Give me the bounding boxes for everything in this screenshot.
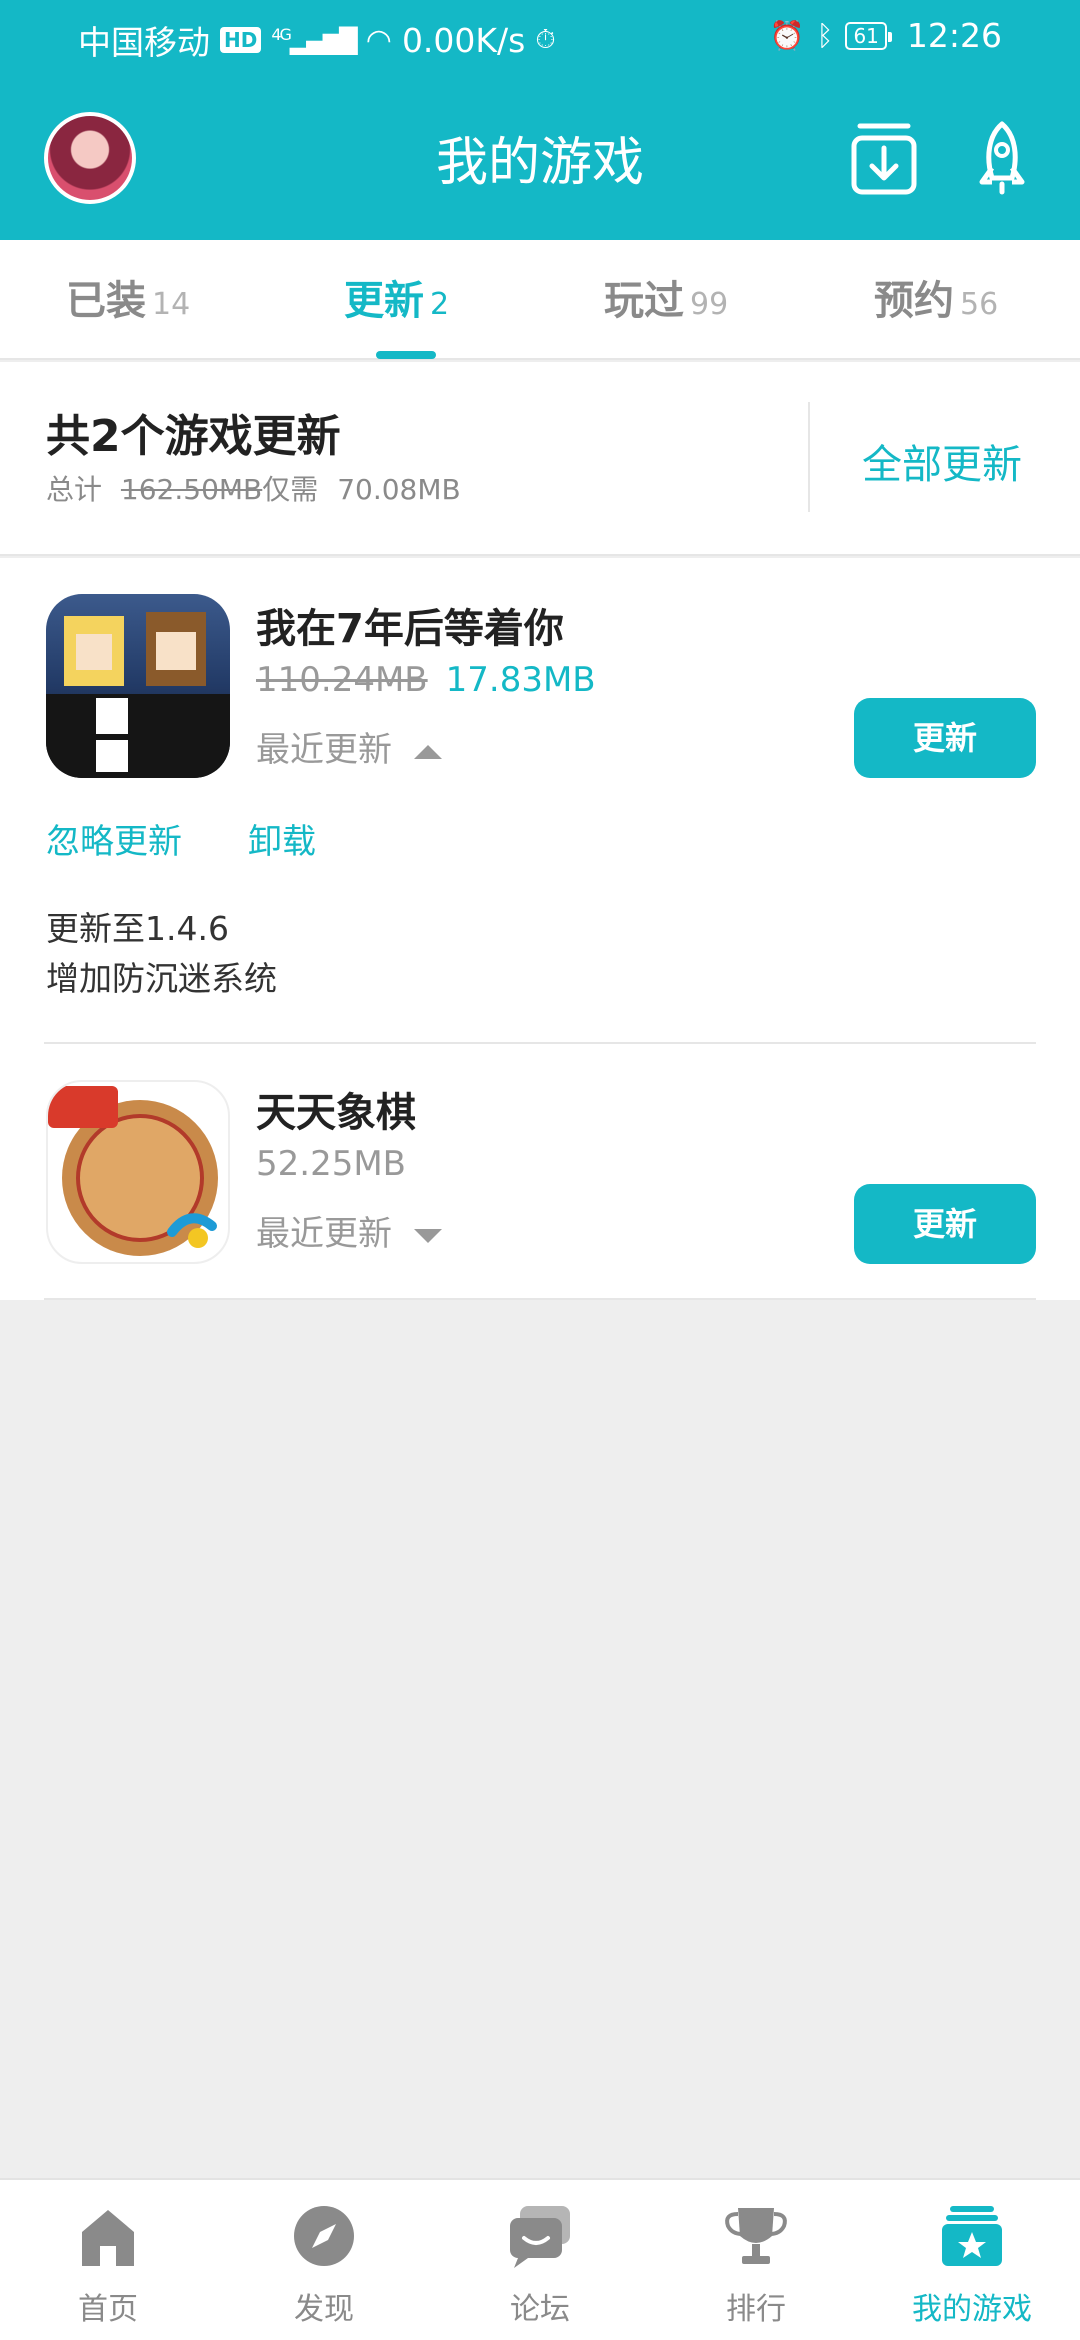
status-bar: 中国移动 HD 4G▂▄▆█ ◠ 0.00K/s ⏱ ⏰ ᛒ 61 12:26 <box>0 0 1080 72</box>
recent-update-toggle[interactable]: 最近更新 <box>256 1206 442 1255</box>
home-icon <box>82 2210 134 2266</box>
bluetooth-icon: ᛒ <box>816 19 834 52</box>
nav-bar: 我的游戏 <box>0 80 1080 240</box>
bottom-nav: 首页 发现 论坛 排行 我的游戏 <box>0 2178 1080 2340</box>
new-size: 17.83MB <box>445 660 596 700</box>
nav-label: 我的游戏 <box>912 2292 1032 2327</box>
summary-divider <box>808 402 810 512</box>
alarm-icon: ⏰ <box>769 19 805 52</box>
game-icon-wait-7-years[interactable] <box>46 594 230 778</box>
tab-count: 99 <box>690 287 729 322</box>
tab-count: 2 <box>430 287 450 322</box>
tab-label: 玩过 <box>604 278 684 324</box>
changelog-text: 增加防沉迷系统 <box>46 959 277 998</box>
need-size: 70.08MB <box>337 473 461 506</box>
carrier-label: 中国移动 <box>78 23 210 62</box>
tab-indicator <box>376 351 436 359</box>
tab-bar: 已装 14 更新 2 玩过 99 预约 56 <box>0 240 1080 360</box>
rocket-icon[interactable] <box>966 118 1038 198</box>
update-button[interactable]: 更新 <box>854 698 1036 778</box>
tab-played[interactable]: 玩过 99 <box>604 268 728 326</box>
chat-icon <box>510 2206 570 2268</box>
hd-badge: HD <box>220 27 262 53</box>
tab-count: 56 <box>960 287 999 322</box>
tab-reserved[interactable]: 预约 56 <box>874 268 998 326</box>
status-left: 中国移动 HD 4G▂▄▆█ ◠ 0.00K/s ⏱ <box>78 16 556 64</box>
status-right: ⏰ ᛒ 61 12:26 <box>770 16 1002 55</box>
download-icon[interactable] <box>848 118 920 198</box>
caret-down-icon <box>414 1228 442 1243</box>
game-name: 天天象棋 <box>256 1090 416 1136</box>
recent-label: 最近更新 <box>256 1214 392 1254</box>
total-label: 总计 <box>46 473 103 506</box>
game-icon-xiangqi[interactable] <box>46 1080 230 1264</box>
wifi-icon: ◠ <box>365 22 392 58</box>
app-header: 中国移动 HD 4G▂▄▆█ ◠ 0.00K/s ⏱ ⏰ ᛒ 61 12:26 … <box>0 0 1080 240</box>
game-size: 52.25MB <box>256 1144 406 1184</box>
old-size: 110.24MB <box>256 660 428 700</box>
nav-item-ranking[interactable]: 排行 <box>648 2180 864 2340</box>
trophy-icon <box>725 2208 787 2264</box>
update-button[interactable]: 更新 <box>854 1184 1036 1264</box>
nav-item-discover[interactable]: 发现 <box>216 2180 432 2340</box>
game-size: 110.24MB 17.83MB <box>256 660 596 700</box>
nav-label: 首页 <box>78 2292 138 2327</box>
total-size: 162.50MB <box>120 473 263 506</box>
tab-label: 已装 <box>66 278 146 324</box>
nav-label: 排行 <box>726 2292 786 2327</box>
recent-label: 最近更新 <box>256 730 392 770</box>
update-all-button[interactable]: 全部更新 <box>862 432 1022 490</box>
update-summary: 共2个游戏更新 总计 162.50MB仅需 70.08MB 全部更新 <box>0 362 1080 556</box>
ignore-update-link[interactable]: 忽略更新 <box>46 814 182 863</box>
tab-installed[interactable]: 已装 14 <box>66 268 190 326</box>
clock: 12:26 <box>906 16 1002 55</box>
tab-label: 更新 <box>344 278 424 324</box>
caret-up-icon <box>414 744 442 759</box>
nav-item-my-games[interactable]: 我的游戏 <box>864 2180 1080 2340</box>
row-divider <box>44 1298 1036 1300</box>
tab-label: 预约 <box>874 278 954 324</box>
network-speed: 0.00K/s <box>401 20 526 60</box>
changelog-version: 更新至1.4.6 <box>46 909 229 948</box>
game-name: 我在7年后等着你 <box>256 606 564 652</box>
nav-item-home[interactable]: 首页 <box>0 2180 216 2340</box>
uninstall-link[interactable]: 卸载 <box>248 814 316 863</box>
need-label: 仅需 <box>262 473 319 506</box>
tab-count: 14 <box>152 287 191 322</box>
recent-update-toggle[interactable]: 最近更新 <box>256 722 442 771</box>
compass-icon <box>294 2206 354 2266</box>
nav-label: 论坛 <box>510 2292 570 2327</box>
my-games-icon <box>942 2206 1002 2266</box>
nav-item-forum[interactable]: 论坛 <box>432 2180 648 2340</box>
tab-updates[interactable]: 更新 2 <box>344 268 449 326</box>
game-list: 我在7年后等着你 110.24MB 17.83MB 最近更新 更新 忽略更新 卸载… <box>0 558 1080 1300</box>
signal-icon: 4G▂▄▆█ <box>271 25 357 55</box>
nav-label: 发现 <box>294 2292 354 2327</box>
summary-title: 共2个游戏更新 <box>46 411 341 462</box>
battery-icon: 61 <box>845 21 893 50</box>
summary-subtitle: 总计 162.50MB仅需 70.08MB <box>46 468 461 508</box>
row-divider <box>44 1042 1036 1044</box>
stopwatch-icon: ⏱ <box>535 24 556 55</box>
